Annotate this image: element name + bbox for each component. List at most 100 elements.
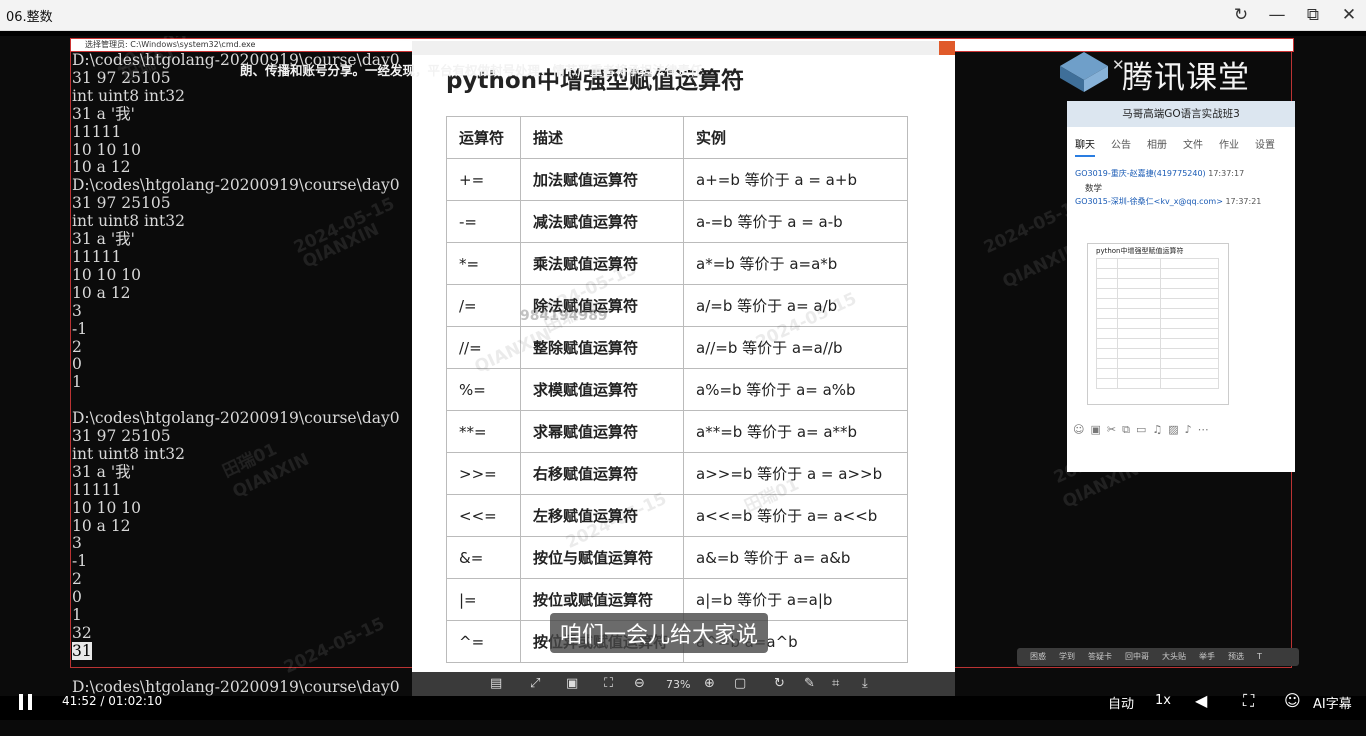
thumbnail-title: python中增强型赋值运算符 [1096,247,1184,255]
audio-icon[interactable]: ♫ [1152,423,1168,436]
chat-message-header: GO3015-深圳-徐桑仁<kv_x@qq.com> 17:37:21 [1075,196,1261,207]
operator-cell: **= [446,410,521,453]
table-row: += 加法赋值运算符 a+=b 等价于 a = a+b [446,158,908,201]
description-cell: 按位与赋值运算符 [520,536,684,579]
message-user[interactable]: GO3019-重庆-赵嘉捷(419775240) [1075,169,1206,178]
restore-button[interactable]: ⧉ [1298,3,1328,27]
tencent-classroom-logo [1060,52,1108,92]
example-cell: a<<=b 等价于 a= a<<b [683,494,908,537]
operator-cell: &= [446,536,521,579]
example-cell: a&=b 等价于 a= a&b [683,536,908,579]
header-example: 实例 [683,116,908,159]
window-titlebar: 06.整数 ↻ — ⧉ ✕ [0,0,1366,31]
doc-window-bar [412,41,955,55]
ai-subtitle-button[interactable]: AI字幕 [1313,693,1352,712]
table-header-row: 运算符 描述 实例 [446,116,908,159]
example-cell: a+=b 等价于 a = a+b [683,158,908,201]
operator-cell: >>= [446,452,521,495]
message-body: 数学 [1085,184,1103,194]
message-user[interactable]: GO3015-深圳-徐桑仁<kv_x@qq.com> [1075,197,1223,206]
cmd-lines-a: D:\codes\htgolang-20200919\course\day0 3… [72,51,400,642]
window-title: 06.整数 [6,10,53,25]
reaction-button[interactable]: 举手 [1199,652,1215,661]
chat-title: 马哥高端GO语言实战班3 [1067,101,1295,127]
document-viewer[interactable]: python中增强型赋值运算符 运算符 描述 实例 += 加法赋值运算符 a+=b … [412,41,955,696]
scissors-icon[interactable]: ✂ [1107,423,1122,436]
example-cell: a%=b 等价于 a= a%b [683,368,908,411]
emoji-icon[interactable]: ☺ [1073,423,1090,436]
thumbnail-table [1096,258,1219,389]
video-player[interactable]: 选择管理员: C:\Windows\system32\cmd.exe D:\co… [0,36,1366,696]
operator-cell: += [446,158,521,201]
video-subtitle: 咱们一会儿给大家说 [550,613,769,653]
tab-homework[interactable]: 作业 [1219,140,1239,151]
cmd-highlight: 31 [72,641,92,660]
folder-icon[interactable]: ▭ [1136,423,1152,436]
description-cell: 求幂赋值运算符 [520,410,684,453]
tab-settings[interactable]: 设置 [1255,140,1275,151]
speed-button[interactable]: 1x [1155,693,1171,708]
description-cell: 求模赋值运算符 [520,368,684,411]
message-image-thumbnail[interactable]: python中增强型赋值运算符 [1087,243,1229,405]
operator-cell: -= [446,200,521,243]
table-row: %= 求模赋值运算符 a%=b 等价于 a= a%b [446,368,908,411]
description-cell: 右移赋值运算符 [520,452,684,495]
gif-icon[interactable]: ▣ [1090,423,1106,436]
operator-cell: /= [446,284,521,327]
fullscreen-icon[interactable]: ⛶ [1243,691,1254,711]
header-description: 描述 [520,116,684,159]
table-row: &= 按位与赋值运算符 a&=b 等价于 a= a&b [446,536,908,579]
operator-cell: ^= [446,620,521,663]
taskbar [0,720,1366,736]
message-time: 17:37:21 [1225,197,1262,206]
ai-subtitle-icon[interactable]: ☺ [1284,691,1301,710]
doc-close-icon[interactable] [939,41,955,55]
operator-cell: |= [446,578,521,621]
tab-album[interactable]: 相册 [1147,140,1167,151]
reaction-button[interactable]: 预选 [1228,652,1244,661]
bell-icon[interactable]: ♪ [1185,423,1198,436]
cmd-output: D:\codes\htgolang-20200919\course\day0 3… [72,51,417,696]
copyright-notice: 朗、传播和账号分享。一经发现，平台有权做封号处理，情节严重者将承担法律责任 [240,63,703,78]
minimize-button[interactable]: — [1262,3,1292,27]
pause-icon[interactable] [19,694,33,710]
tab-chat[interactable]: 聊天 [1075,140,1095,157]
reaction-button[interactable]: T [1257,652,1262,661]
operator-table: 运算符 描述 实例 += 加法赋值运算符 a+=b 等价于 a = a+b -= 减法… [446,116,908,663]
reaction-button[interactable]: 大头贴 [1162,652,1186,661]
brand-name: 腾讯课堂 [1122,60,1250,96]
table-row: -= 减法赋值运算符 a-=b 等价于 a = a-b [446,200,908,243]
chat-message-header: GO3019-重庆-赵嘉捷(419775240) 17:37:17 [1075,168,1244,179]
reaction-button[interactable]: 困惑 [1030,652,1046,661]
reaction-button[interactable]: 回中哥 [1125,652,1149,661]
watermark-id: 984194989 [520,308,608,324]
copy-icon[interactable]: ⧉ [1122,423,1136,436]
example-cell: a*=b 等价于 a=a*b [683,242,908,285]
operator-cell: *= [446,242,521,285]
player-controls: 41:52 / 01:02:10 自动 1x ◀ ⛶ ☺ AI字幕 [0,684,1366,720]
tab-announcement[interactable]: 公告 [1111,140,1131,151]
example-cell: a-=b 等价于 a = a-b [683,200,908,243]
refresh-icon[interactable]: ↻ [1226,3,1256,27]
close-button[interactable]: ✕ [1334,3,1364,27]
chat-panel: 马哥高端GO语言实战班3 聊天 公告 相册 文件 作业 设置 GO3019-重庆-赵嘉捷(… [1067,101,1295,472]
header-operator: 运算符 [446,116,521,159]
brand-logo-area: ✕ 腾讯课堂 [1058,50,1258,96]
table-row: <<= 左移赋值运算符 a<<=b 等价于 a= a<<b [446,494,908,537]
reaction-button[interactable]: 答疑卡 [1088,652,1112,661]
description-cell: 减法赋值运算符 [520,200,684,243]
auto-quality-button[interactable]: 自动 [1108,693,1134,712]
chat-tabs: 聊天 公告 相册 文件 作业 设置 [1075,136,1291,157]
table-row: >>= 右移赋值运算符 a>>=b 等价于 a = a>>b [446,452,908,495]
operator-cell: <<= [446,494,521,537]
more-icon[interactable]: ⋯ [1198,423,1215,436]
example-cell: a**=b 等价于 a= a**b [683,410,908,453]
tab-files[interactable]: 文件 [1183,140,1203,151]
reactions-bar: 困惑 学到 答疑卡 回中哥 大头贴 举手 预选 T [1017,648,1299,666]
volume-icon[interactable]: ◀ [1195,691,1207,710]
message-time: 17:37:17 [1208,169,1245,178]
chat-input-toolbar: ☺▣✂⧉▭♫▨♪⋯ [1073,423,1215,437]
reaction-button[interactable]: 学到 [1059,652,1075,661]
playback-time: 41:52 / 01:02:10 [62,694,163,708]
image-icon[interactable]: ▨ [1168,423,1184,436]
